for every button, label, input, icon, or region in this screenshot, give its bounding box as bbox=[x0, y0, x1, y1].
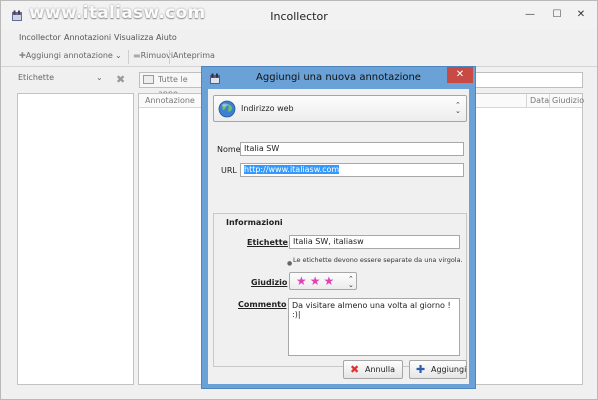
search-input[interactable] bbox=[471, 72, 583, 88]
dialog-close-button[interactable]: ✕ bbox=[447, 67, 473, 83]
toolbar: ✚Aggiungi annotazione ⌄ ▬Rimuovi Antepri… bbox=[1, 47, 597, 67]
add-annotation-button[interactable]: ✚Aggiungi annotazione bbox=[19, 51, 113, 60]
dialog-title-bar: Aggiungi una nuova annotazione ✕ bbox=[202, 67, 475, 89]
tags-filter-dropdown[interactable]: Etichette ⌄ bbox=[18, 73, 110, 89]
rating-label: Giudizio bbox=[251, 278, 288, 287]
chevron-down-icon: ⌄ bbox=[96, 73, 103, 82]
toolbar-separator bbox=[169, 50, 170, 64]
menu-aiuto[interactable]: Aiuto bbox=[156, 33, 177, 42]
menu-bar: Incollector Annotazioni Visualizza Aiuto bbox=[1, 30, 597, 47]
name-label: Nome bbox=[217, 145, 241, 154]
spin-arrows-icon: ⌃ ⌄ bbox=[455, 101, 461, 115]
tags-field[interactable]: Italia SW, italiasw bbox=[289, 235, 460, 249]
info-icon: ● bbox=[287, 260, 293, 267]
clear-filter-icon[interactable]: ✖ bbox=[116, 73, 125, 86]
spin-arrows-icon: ⌃ ⌄ bbox=[348, 275, 354, 289]
column-annotazione[interactable]: Annotazione bbox=[145, 96, 195, 105]
add-icon: ✚ bbox=[416, 363, 426, 376]
globe-icon bbox=[218, 100, 236, 118]
comment-textarea[interactable]: Da visitare almeno una volta al giorno !… bbox=[288, 298, 460, 356]
annotation-type-label: Indirizzo web bbox=[241, 104, 294, 113]
add-label: Aggiungi bbox=[431, 365, 467, 374]
maximize-button[interactable]: ☐ bbox=[546, 7, 568, 23]
tags-filter-label: Etichette bbox=[18, 73, 54, 82]
tags-hint: Le etichette devono essere separate da u… bbox=[293, 256, 463, 264]
column-giudizio[interactable]: Giudizio bbox=[552, 96, 584, 105]
folder-icon bbox=[143, 75, 154, 84]
cancel-label: Annulla bbox=[365, 365, 396, 374]
cancel-icon: ✖ bbox=[350, 363, 360, 376]
annotation-type-select[interactable]: Indirizzo web ⌃ ⌄ bbox=[213, 95, 467, 122]
add-button[interactable]: ✚ Aggiungi bbox=[409, 360, 467, 379]
info-group: Informazioni Etichette Italia SW, italia… bbox=[213, 213, 467, 367]
add-annotation-dropdown[interactable]: ⌄ bbox=[115, 51, 122, 60]
url-field[interactable]: http://www.italiasw.com bbox=[240, 163, 464, 177]
info-group-title: Informazioni bbox=[226, 218, 283, 227]
star-rating-icon: ★★★ bbox=[296, 274, 338, 288]
close-button[interactable]: ✕ bbox=[567, 7, 595, 23]
cancel-button[interactable]: ✖ Annulla bbox=[343, 360, 403, 379]
column-divider bbox=[526, 94, 527, 108]
name-field[interactable]: Italia SW bbox=[240, 142, 464, 156]
minus-icon: ▬ bbox=[133, 51, 141, 60]
comment-label: Commento bbox=[238, 300, 287, 309]
window-title: Incollector bbox=[270, 10, 328, 23]
menu-annotazioni[interactable]: Annotazioni bbox=[64, 33, 111, 42]
all-annotations-button[interactable]: Tutte le anno bbox=[139, 72, 205, 98]
column-data[interactable]: Data bbox=[530, 96, 549, 105]
toolbar-separator bbox=[128, 50, 129, 64]
tags-panel[interactable] bbox=[17, 93, 134, 385]
column-divider bbox=[549, 94, 550, 108]
add-annotation-label: Aggiungi annotazione bbox=[25, 51, 113, 60]
remove-button[interactable]: ▬Rimuovi bbox=[133, 51, 173, 60]
menu-visualizza[interactable]: Visualizza bbox=[114, 33, 153, 42]
menu-incollector[interactable]: Incollector bbox=[19, 33, 61, 42]
dialog-body: Indirizzo web ⌃ ⌄ Nome Italia SW URL http… bbox=[208, 89, 469, 384]
preview-button[interactable]: Anteprima bbox=[173, 51, 215, 60]
minimize-button[interactable]: — bbox=[519, 7, 541, 23]
dialog-title: Aggiungi una nuova annotazione bbox=[256, 72, 421, 83]
plus-icon: ✚ bbox=[19, 51, 26, 60]
url-label: URL bbox=[221, 166, 237, 175]
add-annotation-dialog: Aggiungi una nuova annotazione ✕ Indiriz… bbox=[201, 66, 476, 389]
url-value: http://www.italiasw.com bbox=[244, 165, 340, 174]
tags-label: Etichette bbox=[247, 238, 288, 247]
title-bar: www.italiasw.com Incollector — ☐ ✕ bbox=[1, 1, 597, 30]
rating-select[interactable]: ★★★ ⌃ ⌄ bbox=[289, 272, 357, 290]
